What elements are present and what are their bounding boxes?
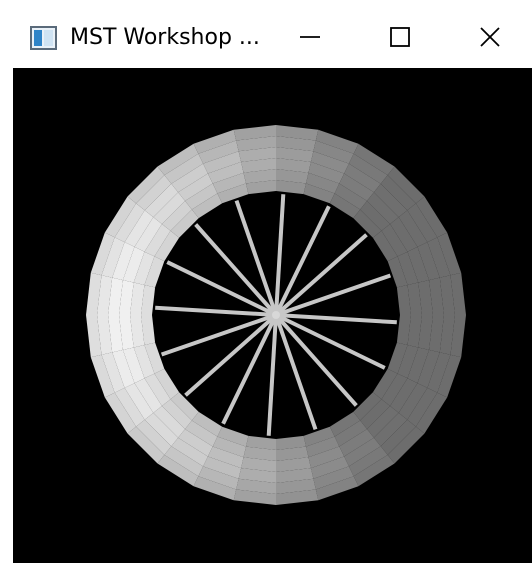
minimize-button[interactable] — [280, 12, 340, 62]
hub — [272, 311, 280, 319]
spoke — [275, 313, 397, 325]
close-icon — [480, 27, 500, 47]
wheel-scene — [86, 125, 466, 505]
minimize-icon — [300, 36, 320, 38]
close-button[interactable] — [460, 12, 520, 62]
maximize-button[interactable] — [370, 12, 430, 62]
app-window: MST Workshop ... — [0, 0, 532, 563]
spoke — [274, 313, 358, 407]
app-icon-right-pane — [44, 30, 53, 46]
spoke — [274, 233, 368, 317]
spoke — [274, 194, 286, 316]
maximize-icon — [390, 27, 410, 47]
spoke — [184, 313, 278, 397]
render-viewport[interactable] — [13, 68, 532, 563]
application-window-icon[interactable] — [30, 26, 57, 50]
spoke — [155, 305, 277, 317]
title-bar[interactable]: MST Workshop ... — [0, 0, 532, 68]
spoke — [194, 223, 278, 317]
spoke — [266, 314, 278, 436]
app-icon-left-pane — [34, 30, 42, 46]
window-title: MST Workshop ... — [70, 25, 260, 50]
window-left-border — [0, 68, 13, 563]
